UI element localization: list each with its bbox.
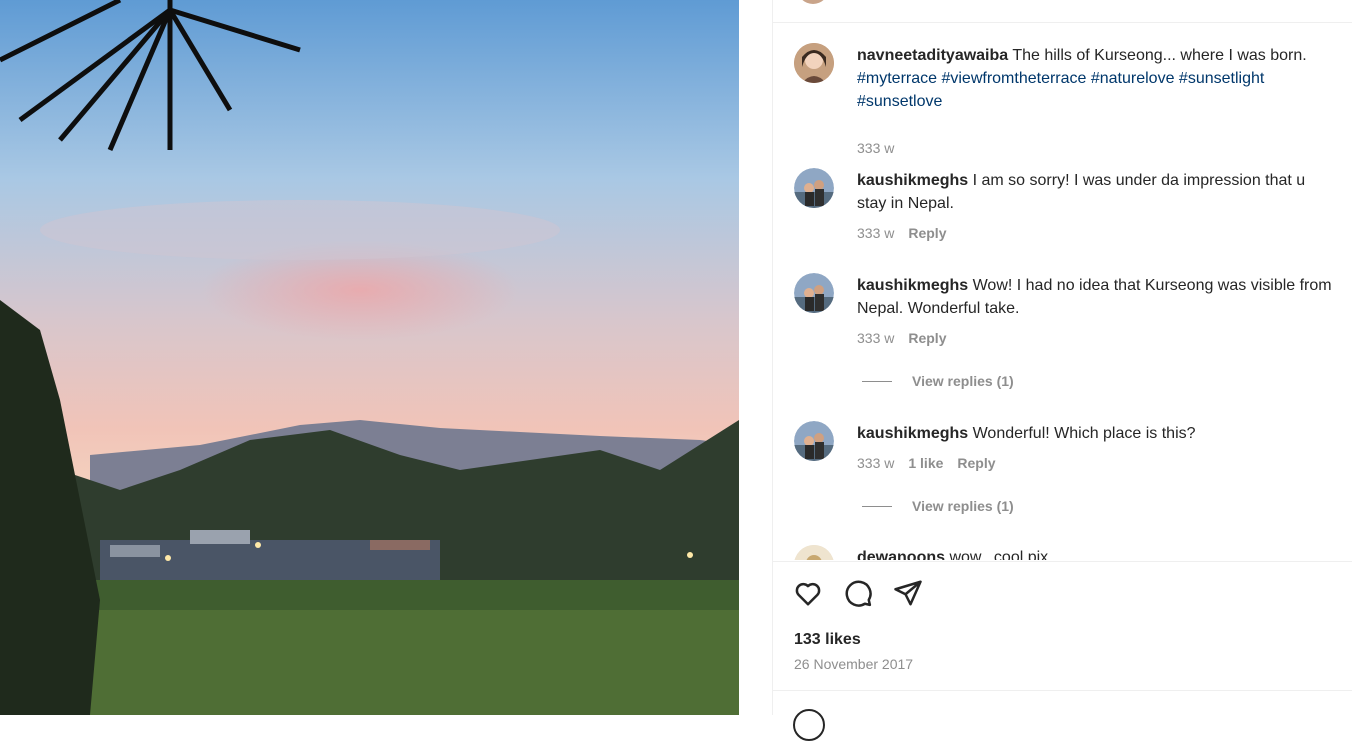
comment-body: dewanoons wow.. cool pix bbox=[857, 546, 1337, 560]
comment-meta: 333 w Reply bbox=[857, 225, 946, 241]
comment-body: kaushikmeghs I am so sorry! I was under … bbox=[857, 169, 1337, 215]
view-replies-button[interactable]: View replies (1) bbox=[862, 373, 1014, 389]
comment-username[interactable]: dewanoons bbox=[857, 549, 945, 560]
comment-text: wow.. cool pix bbox=[949, 549, 1049, 560]
header-avatar[interactable] bbox=[797, 0, 829, 4]
comment-text: Wonderful! Which place is this? bbox=[972, 425, 1196, 442]
comment-hashtags[interactable]: #myterrace #viewfromtheterrace #naturelo… bbox=[857, 70, 1264, 110]
reply-button[interactable]: Reply bbox=[908, 225, 946, 241]
comment-icon[interactable] bbox=[843, 578, 873, 608]
view-replies-button[interactable]: View replies (1) bbox=[862, 498, 1014, 514]
avatar-image bbox=[794, 168, 834, 208]
reply-button[interactable]: Reply bbox=[957, 455, 995, 471]
view-replies-label: View replies (1) bbox=[912, 498, 1014, 514]
comment-time[interactable]: 333 w bbox=[857, 330, 894, 346]
avatar[interactable] bbox=[794, 168, 834, 208]
comment-meta: 333 w 1 like Reply bbox=[857, 455, 996, 471]
share-icon[interactable] bbox=[893, 578, 923, 608]
avatar[interactable] bbox=[794, 43, 834, 83]
comment-body: kaushikmeghs Wonderful! Which place is t… bbox=[857, 422, 1337, 445]
avatar[interactable] bbox=[794, 545, 834, 560]
likes-count[interactable]: 133 likes bbox=[794, 631, 861, 649]
view-replies-line bbox=[862, 505, 892, 507]
avatar-image bbox=[794, 421, 834, 461]
post-actions: 133 likes 26 November 2017 bbox=[773, 561, 1352, 692]
avatar[interactable] bbox=[794, 421, 834, 461]
reply-button[interactable]: Reply bbox=[908, 330, 946, 346]
comment-list: navneetadityawaiba The hills of Kurseong… bbox=[773, 23, 1352, 560]
comment-body: kaushikmeghs Wow! I had no idea that Kur… bbox=[857, 274, 1337, 320]
comment-username[interactable]: kaushikmeghs bbox=[857, 172, 968, 189]
avatar-image bbox=[794, 43, 834, 83]
sunset-landscape-image bbox=[0, 0, 739, 715]
comment-meta: 333 w Reply bbox=[857, 330, 946, 346]
view-replies-label: View replies (1) bbox=[912, 373, 1014, 389]
avatar-image bbox=[794, 545, 834, 560]
avatar[interactable] bbox=[794, 273, 834, 313]
post-date[interactable]: 26 November 2017 bbox=[794, 656, 913, 672]
post-header-edge bbox=[773, 0, 1352, 23]
view-replies-line bbox=[862, 380, 892, 382]
photo-panel-gap bbox=[739, 0, 772, 715]
comment-body: navneetadityawaiba The hills of Kurseong… bbox=[857, 44, 1337, 113]
add-comment-row bbox=[773, 690, 1352, 741]
comment-username[interactable]: kaushikmeghs bbox=[857, 425, 968, 442]
comment-likes[interactable]: 1 like bbox=[908, 455, 943, 471]
comment-username[interactable]: kaushikmeghs bbox=[857, 277, 968, 294]
comment-time[interactable]: 333 w bbox=[857, 455, 894, 471]
comment-text: The hills of Kurseong... where I was bor… bbox=[1012, 47, 1307, 64]
comment-username[interactable]: navneetadityawaiba bbox=[857, 47, 1008, 64]
post-photo[interactable] bbox=[0, 0, 739, 715]
comment-time[interactable]: 333 w bbox=[857, 225, 894, 241]
emoji-icon[interactable] bbox=[793, 709, 825, 741]
comment-time[interactable]: 333 w bbox=[857, 140, 894, 156]
heart-icon[interactable] bbox=[793, 578, 823, 608]
avatar-image bbox=[794, 273, 834, 313]
comment-meta: 333 w bbox=[857, 140, 894, 156]
comments-panel: navneetadityawaiba The hills of Kurseong… bbox=[772, 0, 1352, 741]
